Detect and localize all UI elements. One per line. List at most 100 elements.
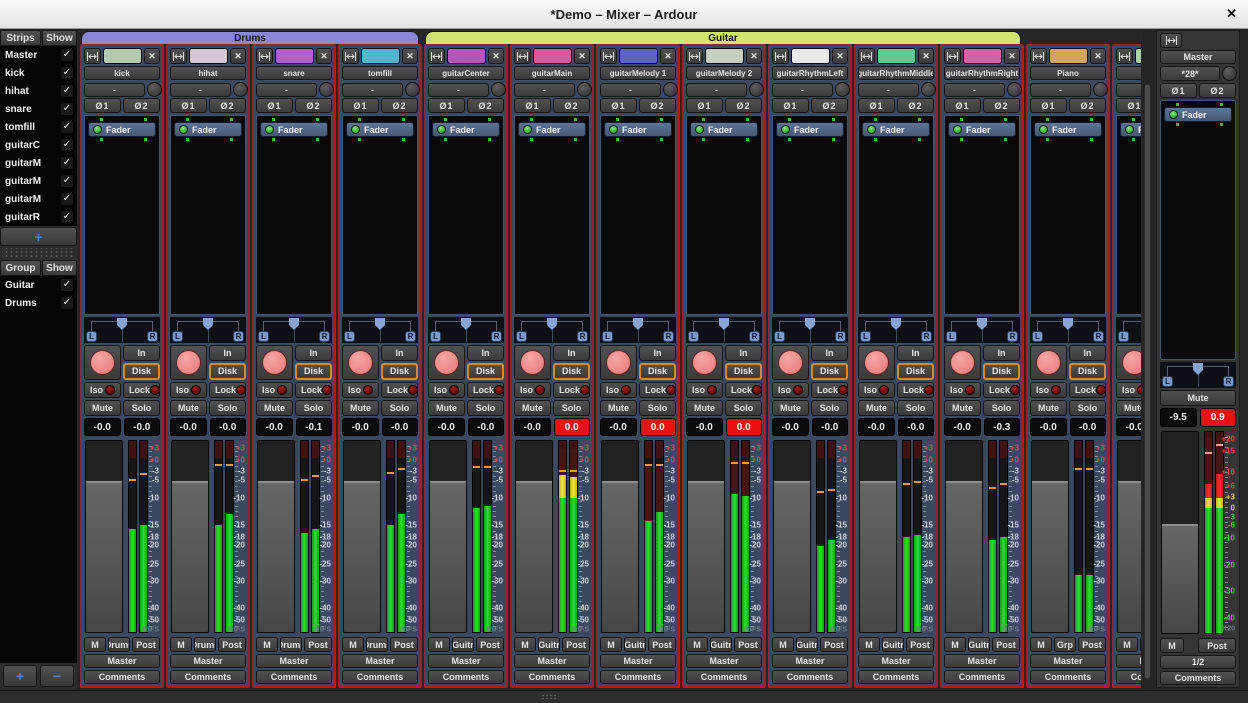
strip-hide-icon[interactable]: ✕ [402, 48, 418, 64]
disk-monitor-button[interactable]: Disk [811, 363, 848, 381]
strip-color-bar[interactable] [275, 48, 314, 64]
trim-button[interactable]: - [84, 83, 145, 97]
group-tab-guitar[interactable]: Guitar [425, 31, 1021, 44]
solo-isolate-button[interactable]: Iso [84, 382, 121, 398]
phase-2-button[interactable]: Ø2 [209, 98, 246, 113]
input-monitor-button[interactable]: In [123, 345, 160, 361]
sidebar-strip-row[interactable]: guitarR ✓ [0, 208, 77, 226]
mono-button[interactable]: M [944, 637, 966, 652]
input-monitor-button[interactable]: In [553, 345, 590, 361]
volume-fader[interactable] [601, 440, 639, 633]
gain-display[interactable]: -0.0 [944, 418, 981, 436]
input-monitor-button[interactable]: In [1069, 345, 1106, 361]
metering-point-button[interactable]: Post [648, 637, 676, 652]
phase-1-button[interactable]: Ø1 [1030, 98, 1067, 113]
comments-button[interactable]: Comments [686, 670, 762, 684]
group-button[interactable]: Guitr [882, 637, 904, 652]
processor-box[interactable]: Fader [1030, 115, 1106, 315]
strip-name-button[interactable]: tomfill [342, 66, 418, 80]
sidebar-strip-row[interactable]: kick ✓ [0, 64, 77, 82]
gain-display[interactable]: -0.0 [858, 418, 895, 436]
visible-checkbox[interactable]: ✓ [60, 156, 74, 170]
meter-bar[interactable] [214, 440, 223, 633]
disk-monitor-button[interactable]: Disk [467, 363, 504, 381]
strip-width-icon[interactable] [1116, 48, 1133, 64]
phase-2-button[interactable]: Ø2 [897, 98, 934, 113]
visible-checkbox[interactable]: ✓ [60, 174, 74, 188]
strips-scrollbar[interactable] [1143, 30, 1152, 689]
pan-widget[interactable]: L R [1160, 362, 1236, 388]
sidebar-group-row[interactable]: Guitar ✓ [0, 276, 77, 294]
meter-bar[interactable] [644, 440, 653, 633]
strip-color-bar[interactable] [1135, 48, 1141, 64]
processor-active-led[interactable] [1125, 125, 1134, 134]
trim-knob[interactable] [147, 82, 162, 97]
metering-point-button[interactable]: Post [1078, 637, 1106, 652]
processor-active-led[interactable] [179, 125, 188, 134]
record-arm-button[interactable] [858, 345, 895, 380]
volume-fader[interactable] [1117, 440, 1141, 633]
strip-color-bar[interactable] [705, 48, 744, 64]
processor-active-led[interactable] [1169, 110, 1178, 119]
strip-width-icon[interactable] [256, 48, 273, 64]
solo-lock-button[interactable]: Lock [897, 382, 934, 398]
bottom-splitter[interactable] [0, 690, 1248, 703]
phase-1-button[interactable]: Ø1 [600, 98, 637, 113]
processor-active-led[interactable] [351, 125, 360, 134]
output-button[interactable]: Master [84, 654, 160, 668]
pan-widget[interactable]: L R [772, 317, 848, 343]
strip-color-bar[interactable] [877, 48, 916, 64]
level-meter[interactable] [816, 440, 836, 633]
phase-1-button[interactable]: Ø1 [256, 98, 293, 113]
mono-button[interactable]: M [1116, 637, 1138, 652]
strip-width-icon[interactable] [944, 48, 961, 64]
mono-button[interactable]: M [170, 637, 192, 652]
input-monitor-button[interactable]: In [725, 345, 762, 361]
mono-button[interactable]: M [428, 637, 450, 652]
solo-button[interactable]: Solo [381, 400, 418, 416]
processor-active-led[interactable] [93, 125, 102, 134]
trim-knob[interactable] [921, 82, 936, 97]
trim-knob[interactable] [405, 82, 420, 97]
level-meter[interactable] [472, 440, 492, 633]
level-meter[interactable] [386, 440, 406, 633]
processor-active-led[interactable] [609, 125, 618, 134]
group-button[interactable]: Guitr [624, 637, 646, 652]
output-button[interactable]: Master [1116, 654, 1141, 668]
strip-width-icon[interactable] [858, 48, 875, 64]
mute-button[interactable]: Mute [858, 400, 895, 416]
strip-name-button[interactable]: guitarMain [514, 66, 590, 80]
processor-box[interactable]: Fader [858, 115, 934, 315]
trim-button[interactable]: - [428, 83, 489, 97]
processor-active-led[interactable] [523, 125, 532, 134]
output-button[interactable]: Master [686, 654, 762, 668]
peak-display[interactable]: -0.1 [296, 418, 333, 436]
solo-button[interactable]: Solo [553, 400, 590, 416]
strip-color-bar[interactable] [189, 48, 228, 64]
output-button[interactable]: Master [428, 654, 504, 668]
processor-active-led[interactable] [953, 125, 962, 134]
solo-lock-button[interactable]: Lock [811, 382, 848, 398]
record-arm-button[interactable] [1030, 345, 1067, 380]
trim-knob[interactable] [749, 82, 764, 97]
strip-hide-icon[interactable]: ✕ [1090, 48, 1106, 64]
mono-button[interactable]: M [600, 637, 622, 652]
solo-lock-button[interactable]: Lock [983, 382, 1020, 398]
solo-lock-button[interactable]: Lock [553, 382, 590, 398]
gain-display[interactable]: -0.0 [84, 418, 121, 436]
solo-lock-button[interactable]: Lock [123, 382, 160, 398]
phase-2-button[interactable]: Ø2 [1069, 98, 1106, 113]
comments-button[interactable]: Comments [858, 670, 934, 684]
remove-group-button[interactable]: − [40, 665, 74, 687]
mute-button[interactable]: Mute [84, 400, 121, 416]
output-button[interactable]: Master [170, 654, 246, 668]
peak-display[interactable]: 0.0 [640, 418, 677, 436]
trim-button[interactable]: - [342, 83, 403, 97]
visible-checkbox[interactable]: ✓ [60, 102, 74, 116]
mono-button[interactable]: M [858, 637, 880, 652]
mute-button[interactable]: Mute [1160, 390, 1236, 406]
meter-bar[interactable] [902, 440, 911, 633]
peak-display[interactable]: 0.0 [554, 418, 591, 436]
splitter-grip[interactable] [541, 694, 558, 700]
meter-bar[interactable] [472, 440, 481, 633]
